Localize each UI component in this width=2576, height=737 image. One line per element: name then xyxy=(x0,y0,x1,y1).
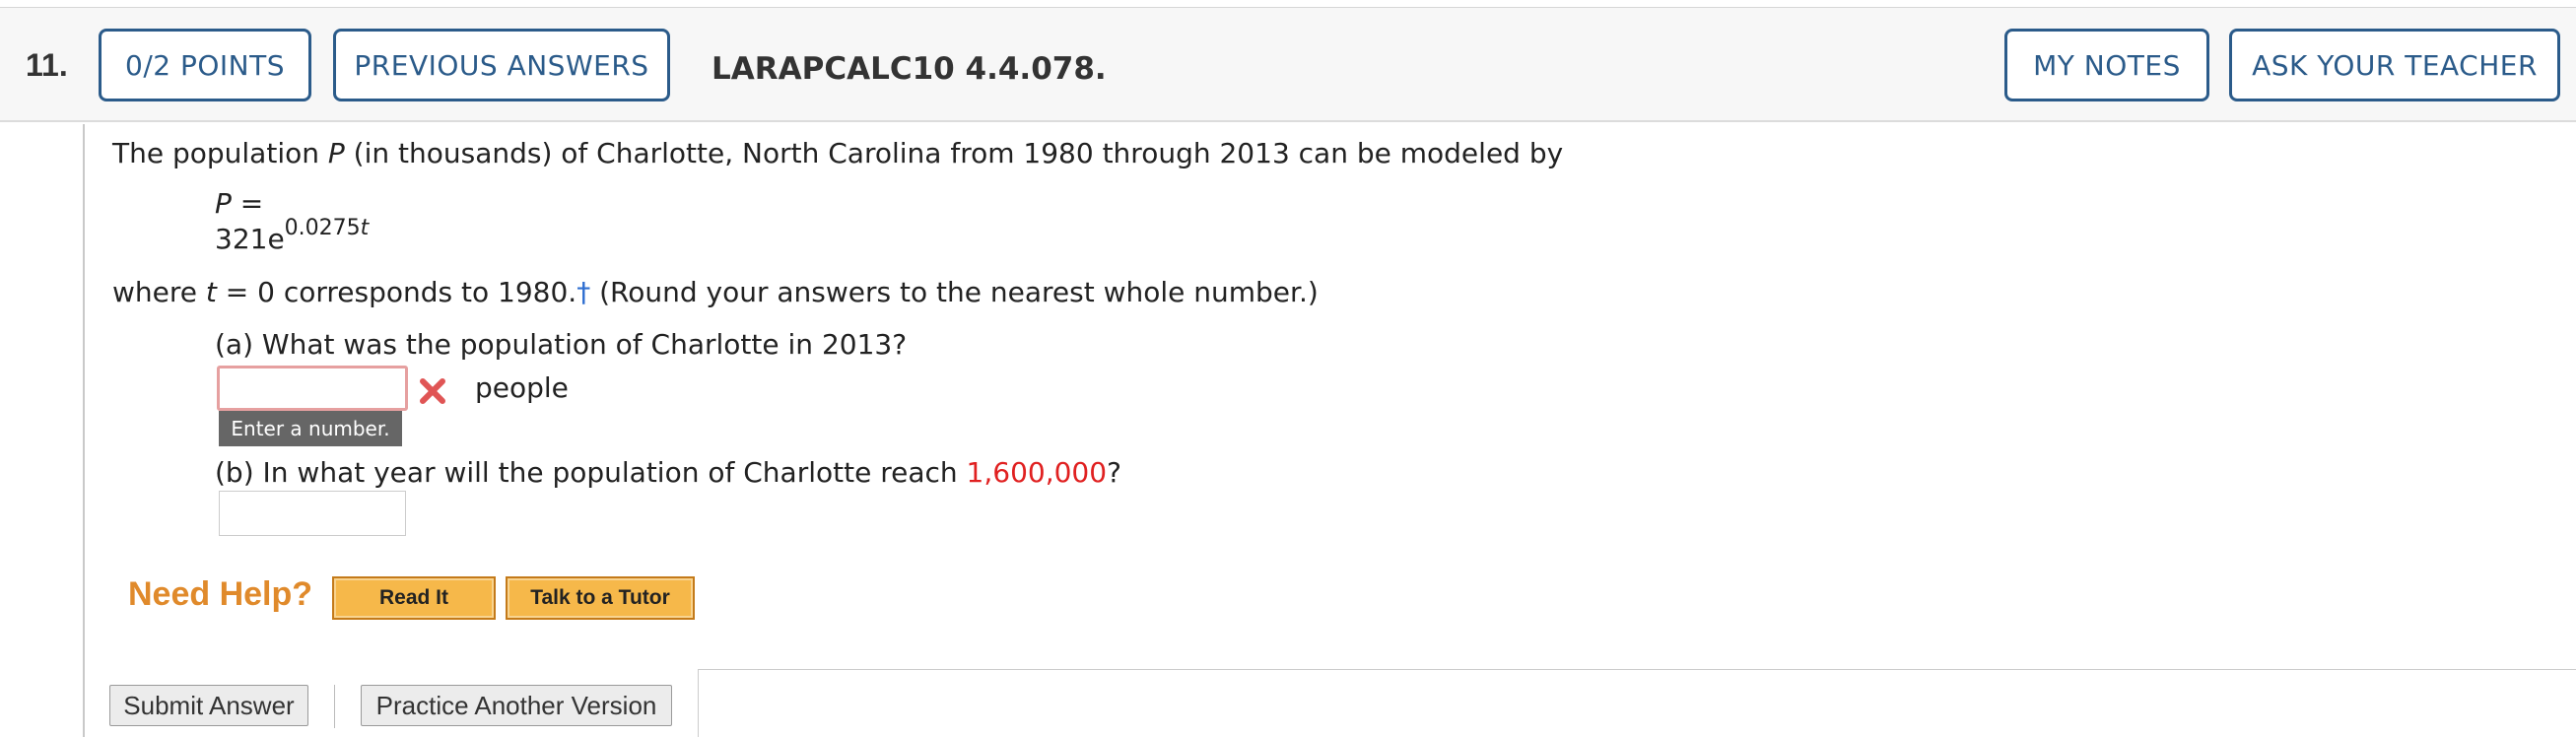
equation-lhs: P = xyxy=(215,187,263,220)
my-notes-button[interactable]: MY NOTES xyxy=(2004,29,2209,101)
top-divider xyxy=(0,0,2576,8)
part-b-answer-input[interactable] xyxy=(219,491,406,536)
rounding-instruction: (Round your answers to the nearest whole… xyxy=(590,276,1319,308)
equation-rhs: 321e0.0275t xyxy=(215,217,369,255)
equation-base: 321e xyxy=(215,223,285,255)
points-button[interactable]: 0/2 POINTS xyxy=(99,29,311,101)
equation-exponent: 0.0275t xyxy=(285,216,370,240)
part-a-question: (a) What was the population of Charlotte… xyxy=(215,328,908,361)
question-code: LARAPCALC10 4.4.078. xyxy=(712,51,1107,87)
bottom-panel xyxy=(698,669,2576,737)
ask-your-teacher-button[interactable]: ASK YOUR TEACHER xyxy=(2229,29,2560,101)
problem-intro: The population P (in thousands) of Charl… xyxy=(112,137,1563,169)
talk-to-tutor-button[interactable]: Talk to a Tutor xyxy=(506,576,695,620)
question-number: 11. xyxy=(26,47,68,83)
intro-text-1: The population xyxy=(112,137,328,169)
part-a-unit: people xyxy=(475,371,569,404)
intro-text-2: (in thousands) of Charlotte, North Carol… xyxy=(344,137,1564,169)
exponent-variable: t xyxy=(360,215,370,240)
where-variable: t xyxy=(205,276,217,308)
intro-variable: P xyxy=(327,137,345,169)
question-left-border xyxy=(83,124,85,737)
submit-answer-button[interactable]: Submit Answer xyxy=(109,685,308,726)
footnote-dagger-link[interactable]: † xyxy=(576,276,590,308)
where-text-1: where xyxy=(112,276,206,308)
where-text-2: = 0 corresponds to 1980. xyxy=(216,276,577,308)
equation-variable: P xyxy=(215,187,232,220)
read-it-button[interactable]: Read It xyxy=(332,576,496,620)
exponent-coefficient: 0.0275 xyxy=(284,215,361,240)
equation-equals: = xyxy=(231,187,264,220)
part-b-text-1: (b) In what year will the population of … xyxy=(215,456,967,489)
part-b-target-value: 1,600,000 xyxy=(966,456,1108,489)
question-header: 11. 0/2 POINTS PREVIOUS ANSWERS LARAPCAL… xyxy=(0,8,2576,122)
problem-where: where t = 0 corresponds to 1980.† (Round… xyxy=(112,276,1319,308)
need-help-label: Need Help? xyxy=(128,575,313,613)
part-a-answer-input[interactable] xyxy=(217,366,408,411)
practice-another-version-button[interactable]: Practice Another Version xyxy=(361,685,672,726)
x-mark-icon xyxy=(420,378,445,404)
previous-answers-button[interactable]: PREVIOUS ANSWERS xyxy=(333,29,670,101)
part-b-text-2: ? xyxy=(1107,456,1121,489)
part-b-question: (b) In what year will the population of … xyxy=(215,456,1121,489)
button-separator xyxy=(334,685,335,728)
validation-tooltip: Enter a number. xyxy=(219,411,402,446)
